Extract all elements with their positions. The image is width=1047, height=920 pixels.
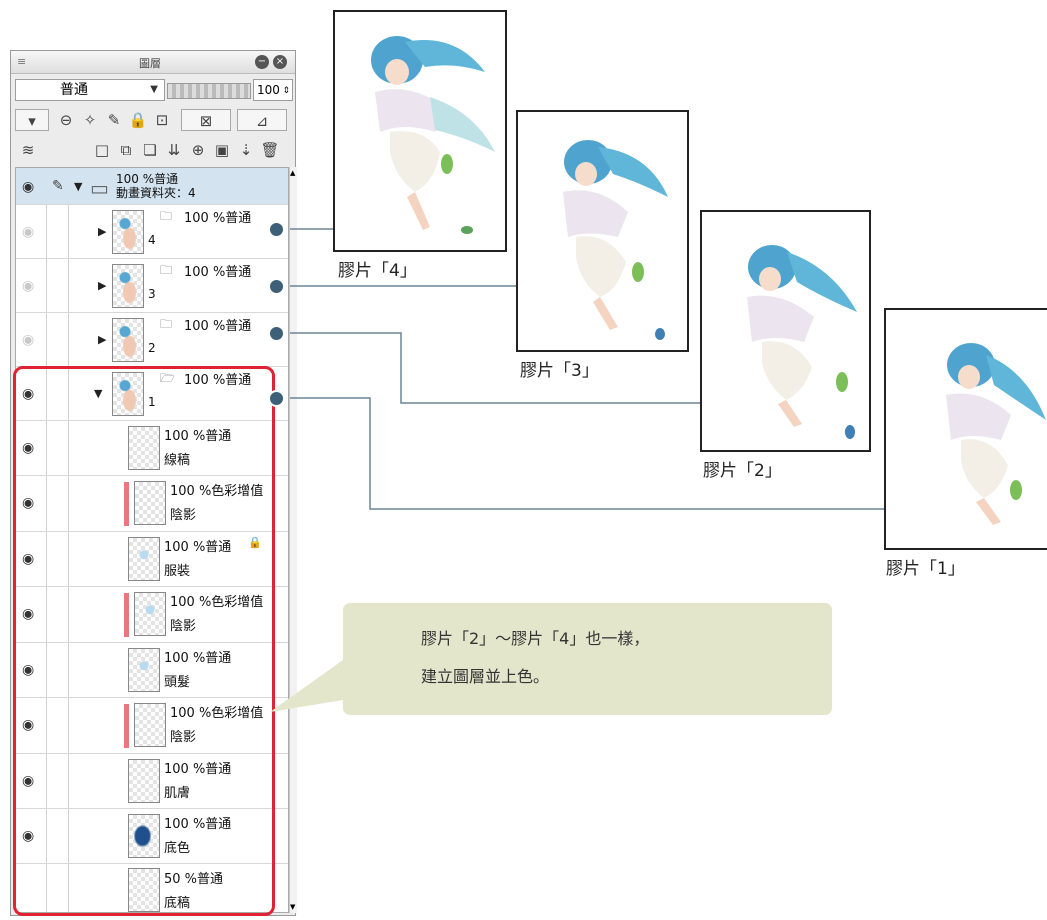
note-line-1: 膠片「2」～膠片「4」也一樣，	[421, 629, 650, 648]
cel-label-3: 膠片「3」	[520, 361, 599, 381]
cel-label-2: 膠片「2」	[703, 461, 782, 481]
connector-dot	[268, 325, 285, 342]
character-illustration	[371, 36, 495, 234]
connector-dot	[268, 221, 285, 238]
character-illustration	[946, 343, 1046, 525]
cel-frame-2	[700, 210, 871, 452]
cel-frame-3	[516, 110, 689, 352]
cel-label-4: 膠片「4」	[338, 261, 417, 281]
connector-dot	[268, 390, 285, 407]
character-illustration	[747, 245, 857, 439]
cel-frame-1	[884, 308, 1047, 550]
connector-dot	[268, 278, 285, 295]
character-illustration	[563, 140, 668, 340]
note-callout: 膠片「2」～膠片「4」也一樣， 建立圖層並上色。	[343, 603, 832, 715]
cel-label-1: 膠片「1」	[886, 559, 965, 579]
cel-frame-4	[333, 10, 507, 252]
note-line-2: 建立圖層並上色。	[421, 667, 550, 686]
